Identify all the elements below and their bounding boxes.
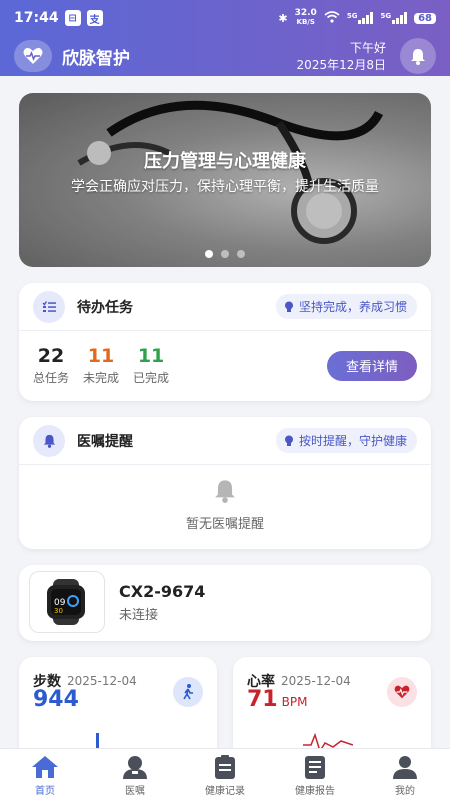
tab-home[interactable]: 首页 (0, 749, 90, 800)
stat-incomplete: 11 未完成 (83, 345, 120, 385)
status-time: 17:44 (14, 10, 59, 26)
carousel-dot[interactable] (221, 250, 229, 258)
advice-tip: 按时提醒，守护健康 (275, 428, 417, 453)
net-speed: 32.0 KB/S (294, 8, 317, 27)
bluetooth-icon: ✱ (278, 11, 288, 25)
notification-app-icon: ⊟ (64, 10, 81, 26)
todo-title: 待办任务 (77, 299, 133, 316)
wifi-icon (324, 10, 340, 26)
tab-health-report[interactable]: 健康报告 (270, 749, 360, 800)
stat-total: 22 总任务 (33, 345, 70, 385)
banner-carousel[interactable]: 压力管理与心理健康 学会正确应对压力，保持心理平衡，提升生活质量 (19, 93, 431, 267)
device-card[interactable]: 09 30 CX2-9674 未连接 (19, 565, 431, 641)
tab-profile[interactable]: 我的 (360, 749, 450, 800)
tab-advice[interactable]: 医嘱 (90, 749, 180, 800)
notification-button[interactable] (400, 38, 436, 74)
heart-pulse-icon (14, 40, 52, 72)
greeting-text: 下午好 (349, 41, 386, 55)
app-title: 欣脉智护 (62, 48, 130, 69)
banner-title: 压力管理与心理健康 (144, 151, 306, 172)
cell-signal-icon-2: 5G (380, 12, 408, 24)
user-icon (393, 756, 417, 779)
tab-health-records[interactable]: 健康记录 (180, 749, 270, 800)
bell-icon (411, 48, 425, 65)
svg-text:30: 30 (54, 607, 63, 615)
clipboard-icon (215, 755, 235, 779)
battery-indicator: 68 (414, 12, 436, 24)
heart-pulse-icon (387, 677, 417, 707)
list-icon (33, 290, 65, 323)
medical-advice-card: 医嘱提醒 按时提醒，守护健康 暂无医嘱提醒 (19, 417, 431, 549)
lightbulb-icon (284, 301, 293, 312)
carousel-dots (19, 250, 431, 258)
carousel-dot[interactable] (237, 250, 245, 258)
cell-signal-icon-1: 5G (347, 12, 374, 24)
bell-icon (215, 480, 235, 503)
walking-icon (173, 677, 203, 707)
heart-rate-value: 71 BPM (247, 687, 308, 712)
todo-card: 待办任务 坚持完成，养成习惯 22 总任务 11 未完成 11 已完成 查看详情 (19, 283, 431, 401)
banner-subtitle: 学会正确应对压力，保持心理平衡，提升生活质量 (71, 179, 379, 195)
alipay-icon: 支 (86, 10, 103, 26)
report-icon (305, 756, 325, 779)
todo-tip: 坚持完成，养成习惯 (275, 294, 417, 319)
view-details-button[interactable]: 查看详情 (327, 350, 417, 381)
carousel-dot[interactable] (205, 250, 213, 258)
empty-state: 暂无医嘱提醒 (19, 465, 431, 532)
greeting-block: 下午好 2025年12月8日 (297, 39, 386, 73)
doctor-icon (123, 756, 147, 779)
home-icon (32, 756, 58, 778)
advice-title: 医嘱提醒 (77, 433, 133, 450)
device-name: CX2-9674 (119, 581, 206, 601)
bottom-tab-bar: 首页 医嘱 健康记录 健康报告 我的 (0, 748, 450, 800)
heart-rate-date: 2025-12-04 (281, 674, 351, 688)
empty-text: 暂无医嘱提醒 (185, 517, 264, 532)
steps-date: 2025-12-04 (67, 674, 137, 688)
current-date: 2025年12月8日 (296, 58, 386, 72)
lightbulb-icon (284, 435, 293, 446)
stat-completed: 11 已完成 (133, 345, 170, 385)
smartwatch-image: 09 30 (29, 571, 105, 633)
status-bar: 17:44 ⊟ 支 ✱ 32.0 KB/S 5G 5G 68 (0, 0, 450, 36)
steps-value: 944 (33, 687, 79, 712)
device-status: 未连接 (119, 607, 159, 623)
bell-icon (33, 424, 65, 457)
app-header: 欣脉智护 下午好 2025年12月8日 (0, 36, 450, 76)
